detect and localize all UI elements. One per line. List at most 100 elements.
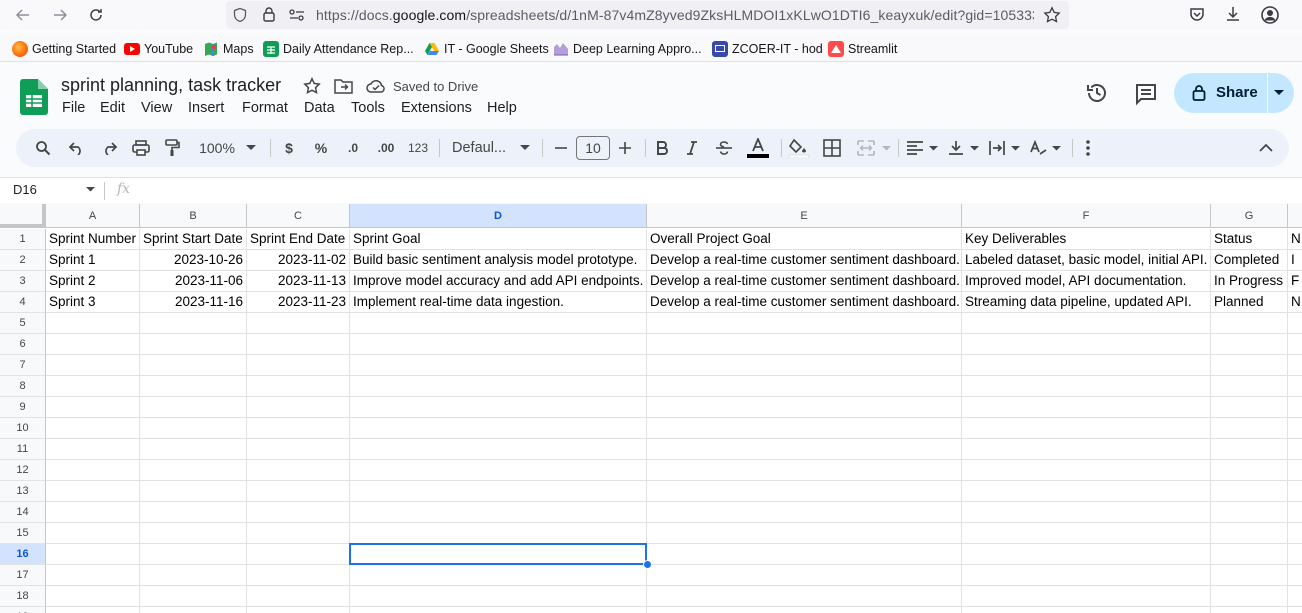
print-icon[interactable]	[131, 138, 151, 158]
cell[interactable]	[1211, 523, 1288, 544]
pocket-icon[interactable]	[1188, 6, 1206, 24]
cell[interactable]	[247, 481, 350, 502]
menu-file[interactable]: File	[62, 100, 85, 116]
cell[interactable]	[647, 544, 962, 565]
cell[interactable]	[247, 334, 350, 355]
account-icon[interactable]	[1260, 5, 1280, 25]
cell[interactable]	[247, 586, 350, 607]
cell[interactable]	[962, 523, 1211, 544]
cell[interactable]	[46, 460, 140, 481]
cell[interactable]	[350, 523, 647, 544]
cell[interactable]	[247, 397, 350, 418]
cell[interactable]	[1211, 397, 1288, 418]
cell[interactable]	[46, 313, 140, 334]
paint-format-icon[interactable]	[162, 138, 182, 158]
merge-cells-icon[interactable]	[856, 138, 876, 158]
spreadsheet-grid[interactable]: ABCDEFG 12345678910111213141516171819 Sp…	[0, 204, 1302, 613]
column-header[interactable]: E	[647, 204, 962, 228]
cell[interactable]	[350, 334, 647, 355]
column-header[interactable]: A	[46, 204, 140, 228]
cell[interactable]: 2023-10-26	[140, 250, 247, 271]
cell[interactable]	[1211, 481, 1288, 502]
cell[interactable]	[1288, 607, 1302, 613]
column-header[interactable]	[1288, 204, 1302, 228]
bookmark-daily-attendance[interactable]: Daily Attendance Rep...	[263, 40, 414, 58]
cell[interactable]: Develop a real-time customer sentiment d…	[647, 271, 962, 292]
menu-tools[interactable]: Tools	[351, 100, 385, 116]
cell[interactable]	[140, 397, 247, 418]
cell[interactable]	[140, 334, 247, 355]
cell[interactable]	[350, 397, 647, 418]
document-title[interactable]: sprint planning, task tracker	[61, 75, 281, 96]
bold-button[interactable]	[652, 138, 672, 158]
cell[interactable]: F	[1288, 271, 1302, 292]
chevron-up-icon[interactable]	[1256, 138, 1276, 158]
cell[interactable]	[962, 481, 1211, 502]
menu-help[interactable]: Help	[487, 100, 517, 116]
menu-insert[interactable]: Insert	[188, 100, 224, 116]
fill-handle[interactable]	[643, 560, 652, 569]
cell[interactable]	[46, 586, 140, 607]
borders-icon[interactable]	[822, 138, 842, 158]
cell[interactable]	[46, 502, 140, 523]
cell[interactable]: 2023-11-16	[140, 292, 247, 313]
row-header[interactable]: 2	[0, 250, 46, 271]
bookmark-maps[interactable]: Maps	[203, 40, 254, 58]
row-header[interactable]: 5	[0, 313, 46, 334]
cell[interactable]	[962, 313, 1211, 334]
menu-format[interactable]: Format	[242, 100, 288, 116]
cell[interactable]: Sprint Start Date	[140, 229, 247, 250]
cell[interactable]	[350, 418, 647, 439]
cell[interactable]	[1288, 544, 1302, 565]
cell[interactable]	[1211, 418, 1288, 439]
back-icon[interactable]	[12, 4, 34, 26]
download-icon[interactable]	[1224, 5, 1242, 23]
cell[interactable]: Sprint End Date	[247, 229, 350, 250]
row-header[interactable]: 11	[0, 439, 46, 460]
row-header[interactable]: 18	[0, 586, 46, 607]
row-header[interactable]: 13	[0, 481, 46, 502]
vertical-align-icon[interactable]	[947, 138, 965, 158]
cell[interactable]	[647, 481, 962, 502]
cell[interactable]	[350, 355, 647, 376]
row-header[interactable]: 1	[0, 229, 46, 250]
cell[interactable]	[140, 544, 247, 565]
redo-icon[interactable]	[99, 138, 119, 158]
bookmark-it-google-sheets[interactable]: IT - Google Sheets	[424, 40, 549, 58]
row-header[interactable]: 15	[0, 523, 46, 544]
cell[interactable]: Sprint 2	[46, 271, 140, 292]
cell[interactable]	[647, 460, 962, 481]
cell[interactable]	[46, 439, 140, 460]
cell[interactable]	[1211, 334, 1288, 355]
cell[interactable]	[962, 544, 1211, 565]
cell[interactable]	[962, 460, 1211, 481]
cell[interactable]	[1288, 502, 1302, 523]
chevron-down-icon[interactable]	[1050, 138, 1062, 158]
cell[interactable]	[46, 418, 140, 439]
cell[interactable]	[1211, 439, 1288, 460]
cell[interactable]	[1288, 439, 1302, 460]
cell[interactable]: In Progress	[1211, 271, 1288, 292]
cell[interactable]	[647, 355, 962, 376]
strikethrough-button[interactable]	[714, 138, 734, 158]
bookmark-zcoer-it[interactable]: ZCOER-IT - hod	[712, 40, 823, 58]
row-header[interactable]: 9	[0, 397, 46, 418]
row-header[interactable]: 7	[0, 355, 46, 376]
version-history-icon[interactable]	[1085, 81, 1109, 105]
row-header[interactable]: 12	[0, 460, 46, 481]
cell[interactable]	[647, 523, 962, 544]
cell[interactable]	[962, 418, 1211, 439]
cell[interactable]	[350, 565, 647, 586]
row-header[interactable]: 17	[0, 565, 46, 586]
cell[interactable]: Develop a real-time customer sentiment d…	[647, 250, 962, 271]
cell[interactable]: Develop a real-time customer sentiment d…	[647, 292, 962, 313]
cell[interactable]: Sprint Number	[46, 229, 140, 250]
font-size-increase-button[interactable]	[616, 138, 634, 158]
cell[interactable]: Sprint Goal	[350, 229, 647, 250]
cell[interactable]: Status	[1211, 229, 1288, 250]
font-size-decrease-button[interactable]	[552, 138, 570, 158]
column-header[interactable]: D	[350, 204, 647, 228]
cell[interactable]	[647, 376, 962, 397]
cell[interactable]	[1288, 334, 1302, 355]
cell[interactable]	[1211, 460, 1288, 481]
